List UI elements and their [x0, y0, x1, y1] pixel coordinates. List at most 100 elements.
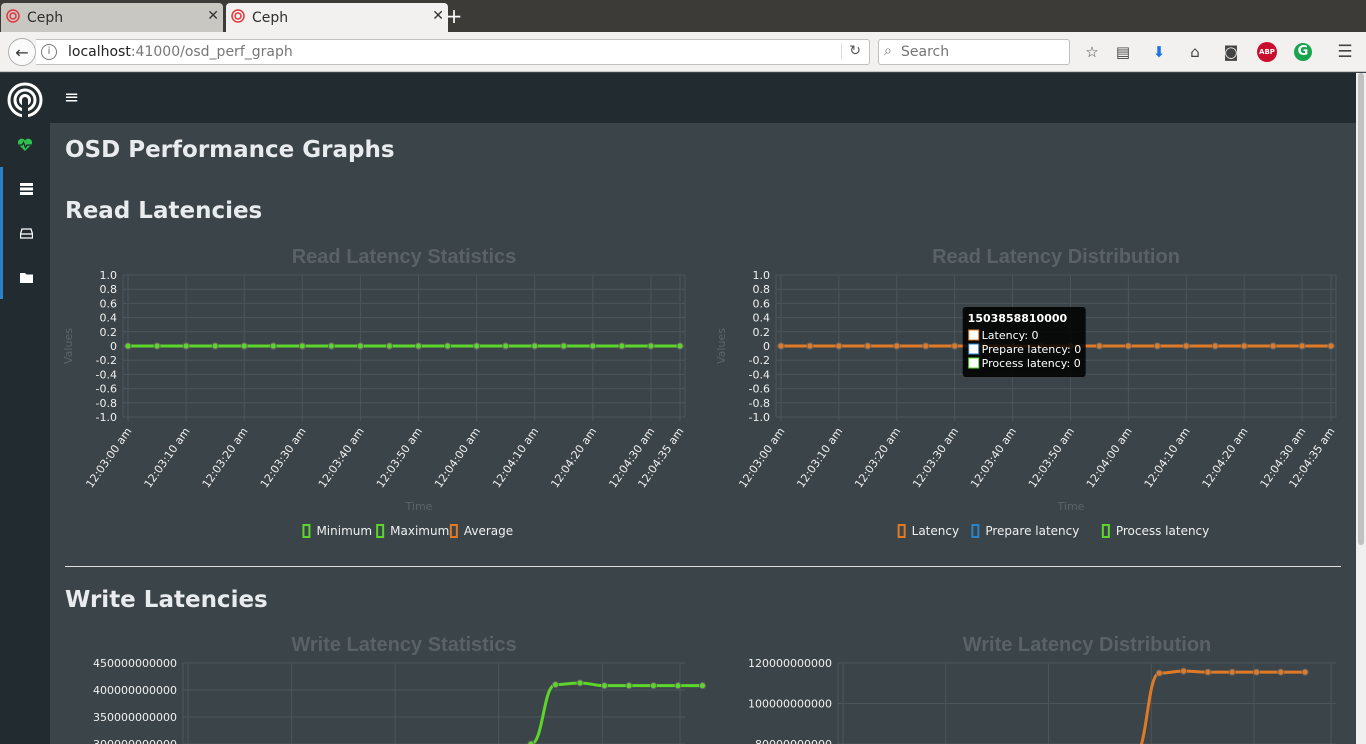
y-tick-label: 80000000000 — [755, 738, 832, 744]
legend-swatch — [971, 524, 980, 538]
download-icon[interactable]: ⬇ — [1148, 41, 1170, 63]
y-tick-label: 0 — [110, 340, 117, 353]
heartbeat-icon — [17, 138, 33, 151]
x-tick-label: 12:04:00 am — [1084, 425, 1135, 490]
y-tick-label: 0.8 — [753, 283, 771, 296]
series-line-series — [1139, 669, 1306, 744]
server-list-icon — [20, 183, 33, 195]
data-point — [835, 342, 843, 350]
read-latency-statistics-chart: Read Latency Statistics 1.0 0.8 0.6 0.4 0.2 0-… — [50, 235, 700, 545]
search-input[interactable] — [901, 42, 1061, 62]
browser-menu-icon[interactable]: ☰ — [1334, 41, 1356, 63]
y-tick-label: 350000000000 — [93, 711, 177, 724]
y-tick-label: 0.6 — [100, 297, 118, 310]
y-tick-label: 100000000000 — [748, 698, 832, 711]
data-point — [625, 682, 633, 690]
y-tick-label: -0.2 — [96, 354, 117, 367]
y-tick-label: 0 — [763, 340, 770, 353]
url-text[interactable]: localhost:41000/osd_perf_graph — [68, 44, 293, 60]
tooltip-swatch — [968, 329, 980, 341]
data-point — [327, 342, 335, 350]
chart-title: Read Latency Statistics — [292, 246, 517, 268]
x-tick-label: 12:03:50 am — [1026, 425, 1077, 490]
data-point — [674, 682, 682, 690]
new-tab-button[interactable]: + — [443, 3, 465, 29]
x-tick-label: 12:03:00 am — [83, 425, 134, 490]
legend-swatch — [302, 524, 311, 538]
x-tick-label: 12:03:20 am — [200, 425, 251, 490]
legend-swatch — [449, 524, 458, 538]
browser-tab-2[interactable]: Ceph ✕ — [226, 3, 448, 32]
y-tick-label: -0.6 — [749, 383, 770, 396]
data-point — [676, 342, 684, 350]
x-tick-label: 12:03:00 am — [736, 425, 787, 490]
data-point — [647, 342, 655, 350]
reload-icon[interactable]: ↻ — [841, 43, 861, 59]
y-tick-label: 1.0 — [753, 269, 771, 282]
y-tick-label: -0.4 — [749, 368, 770, 381]
data-point — [473, 342, 481, 350]
bookmark-star-icon[interactable]: ☆ — [1081, 41, 1103, 63]
data-point — [1211, 342, 1219, 350]
y-tick-label: 0.4 — [753, 312, 771, 325]
y-tick-label: -0.4 — [96, 368, 117, 381]
y-tick-label: 120000000000 — [748, 657, 832, 670]
x-tick-label: 12:04:20 am — [548, 425, 599, 490]
x-tick-label: 12:03:10 am — [794, 425, 845, 490]
x-axis-label: Time — [1057, 500, 1085, 513]
data-point — [922, 342, 930, 350]
grammarly-icon[interactable]: G — [1294, 43, 1312, 61]
y-tick-label: 400000000000 — [93, 684, 177, 697]
data-point — [589, 342, 597, 350]
info-icon[interactable]: i — [41, 44, 57, 60]
scrollbar-thumb[interactable] — [1358, 73, 1364, 545]
page-scrollbar[interactable] — [1356, 73, 1366, 744]
sidebar-item-filesystem[interactable] — [0, 255, 50, 299]
y-tick-label: 450000000000 — [93, 657, 177, 670]
x-tick-label: 12:03:40 am — [968, 425, 1019, 490]
sidebar-item-osd[interactable] — [0, 211, 50, 255]
data-point — [153, 342, 161, 350]
data-point — [1228, 668, 1236, 676]
y-tick-label: 0.2 — [100, 326, 118, 339]
data-point — [1253, 668, 1260, 676]
ceph-favicon-icon — [231, 9, 245, 23]
x-tick-label: 12:03:10 am — [142, 425, 193, 490]
x-tick-label: 12:03:30 am — [258, 425, 309, 490]
data-point — [124, 342, 132, 350]
y-tick-label: 300000000000 — [93, 738, 177, 744]
ceph-logo-icon[interactable] — [6, 81, 44, 119]
data-point — [777, 342, 785, 350]
legend-swatch — [376, 524, 385, 538]
pocket-icon[interactable]: ◙ — [1220, 41, 1242, 63]
adblock-icon[interactable]: ABP — [1257, 42, 1277, 62]
x-tick-label: 12:04:00 am — [432, 425, 483, 490]
data-point — [1204, 668, 1212, 676]
sidebar — [0, 73, 50, 744]
y-tick-label: -0.8 — [96, 397, 117, 410]
data-point — [1095, 342, 1103, 350]
tooltip-line: Prepare latency: 0 — [982, 343, 1082, 356]
url-bar[interactable]: i localhost:41000/osd_perf_graph ↻ — [36, 39, 870, 65]
top-bar: ≡ — [50, 73, 1356, 123]
sidebar-item-servers[interactable] — [0, 167, 50, 211]
write-latency-statistics-chart: Write Latency Statistics 450000000000 4000… — [50, 623, 706, 744]
hamburger-menu-icon[interactable]: ≡ — [64, 87, 79, 108]
reading-list-icon[interactable]: ▤ — [1112, 41, 1134, 63]
y-tick-label: 0.4 — [100, 312, 118, 325]
read-latencies-heading: Read Latencies — [65, 198, 263, 224]
tooltip-swatch — [968, 357, 980, 369]
back-button[interactable]: ← — [8, 38, 36, 66]
data-point — [650, 682, 657, 690]
home-icon[interactable]: ⌂ — [1184, 41, 1206, 63]
chart-svg: Write Latency Statistics 450000000000 4000… — [93, 634, 706, 744]
data-point — [1277, 668, 1285, 676]
sidebar-item-health[interactable] — [0, 123, 50, 167]
close-tab-icon[interactable]: ✕ — [207, 8, 219, 24]
page-title: OSD Performance Graphs — [65, 137, 395, 163]
legend-label-minimum: Minimum — [316, 524, 372, 538]
data-point — [269, 342, 277, 350]
browser-tab-1[interactable]: Ceph ✕ — [1, 3, 223, 32]
search-bar[interactable]: ⌕ — [878, 39, 1070, 65]
data-point — [502, 342, 510, 350]
